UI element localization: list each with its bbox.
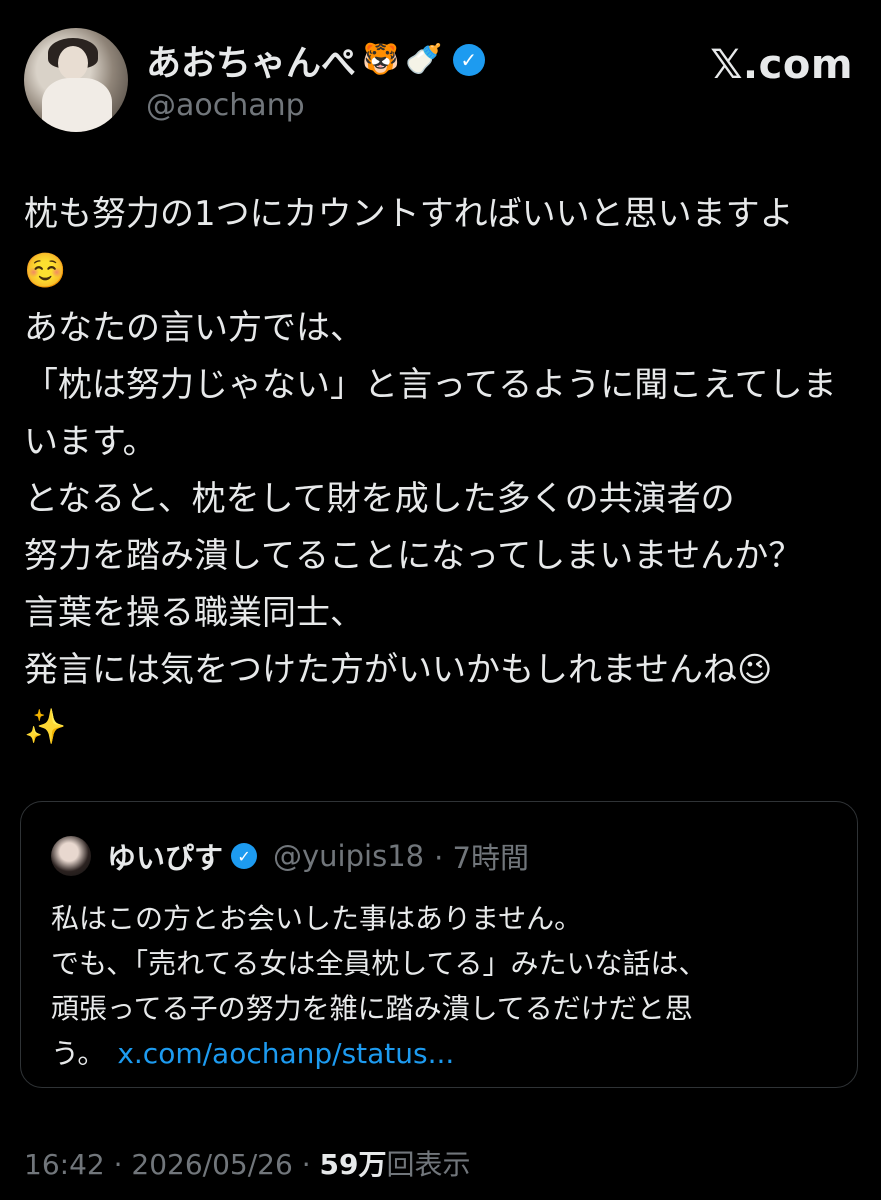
baby-bottle-emoji: 🍼 [405, 42, 443, 77]
avatar-body [42, 78, 112, 132]
meta-separator: · [301, 1148, 320, 1181]
tweet-line: となると、枕をして財を成した多くの共演者の [24, 479, 735, 519]
verified-badge-icon[interactable]: ✓ [452, 44, 485, 76]
quoted-verified-badge-icon: ✓ [231, 843, 258, 869]
tweet-header: あおちゃんぺ 🐯 🍼 ✓ @aochanp 𝕏.com [24, 28, 857, 132]
tweet-text: 枕も努力の1つにカウントすればいいと思いますよ ☺️ あなたの言い方では、 「枕… [24, 186, 859, 756]
tweet-line: 言葉を操る職業同士、 [24, 593, 364, 633]
author-handle[interactable]: @aochanp [146, 88, 305, 123]
quoted-line: でも、「売れてる女は全員枕してる」みたいな話は、 [51, 947, 707, 980]
quoted-line: 私はこの方とお会いした事はありません。 [51, 902, 583, 935]
avatar-face [58, 46, 88, 80]
quoted-tweet-text: 私はこの方とお会いした事はありません。 でも、「売れてる女は全員枕してる」みたい… [51, 896, 841, 1076]
tweet-line: 枕も努力の1つにカウントすればいいと思いますよ [24, 194, 794, 234]
quoted-line-last: う。 x.com/aochanp/status... [51, 1031, 841, 1076]
quoted-line: 頑張ってる子の努力を雑に踏み潰してるだけだと思 [51, 992, 693, 1025]
tweet-line: 努力を踏み潰してることになってしまいませんか？ [24, 536, 803, 576]
quoted-author-handle: @yuipis18 [273, 839, 425, 873]
quoted-tweet-card[interactable]: ゆいぴす ✓ @yuipis18 · 7時間 私はこの方とお会いした事はありませ… [20, 801, 858, 1088]
post-time[interactable]: 16:42 [24, 1148, 105, 1181]
author-avatar[interactable] [24, 28, 128, 132]
meta-separator: · [113, 1148, 132, 1181]
tweet-line: あなたの言い方では、 [24, 308, 364, 348]
quoted-timestamp: · 7時間 [434, 841, 529, 875]
x-logo[interactable]: 𝕏.com [710, 42, 853, 88]
quoted-status-link[interactable]: x.com/aochanp/status... [117, 1037, 454, 1070]
tweet-meta: 16:42 · 2026/05/26 · 59万回表示 [24, 1143, 471, 1183]
view-count: 59万 [319, 1148, 387, 1181]
tweet-line: います。 [24, 422, 157, 462]
quoted-line-prefix: う。 [51, 1037, 106, 1070]
quoted-author-avatar[interactable] [51, 836, 91, 876]
tweet-line: 発言には気をつけた方がいいかもしれませんね😉 [24, 650, 773, 690]
view-label: 回表示 [386, 1148, 471, 1181]
author-display-name[interactable]: あおちゃんぺ [146, 35, 356, 86]
tweet-line: ☺️ [24, 251, 67, 291]
tweet-line: 「枕は努力じゃない」と言ってるように聞こえてしま [24, 365, 837, 405]
post-date[interactable]: 2026/05/26 [131, 1148, 292, 1181]
tiger-emoji: 🐯 [362, 42, 400, 77]
author-name-row[interactable]: あおちゃんぺ 🐯 🍼 ✓ [146, 38, 485, 84]
tweet-line: ✨ [24, 707, 67, 747]
quoted-tweet-header: ゆいぴす ✓ @yuipis18 · 7時間 [51, 836, 529, 876]
quoted-author-name[interactable]: ゆいぴす [107, 835, 223, 877]
